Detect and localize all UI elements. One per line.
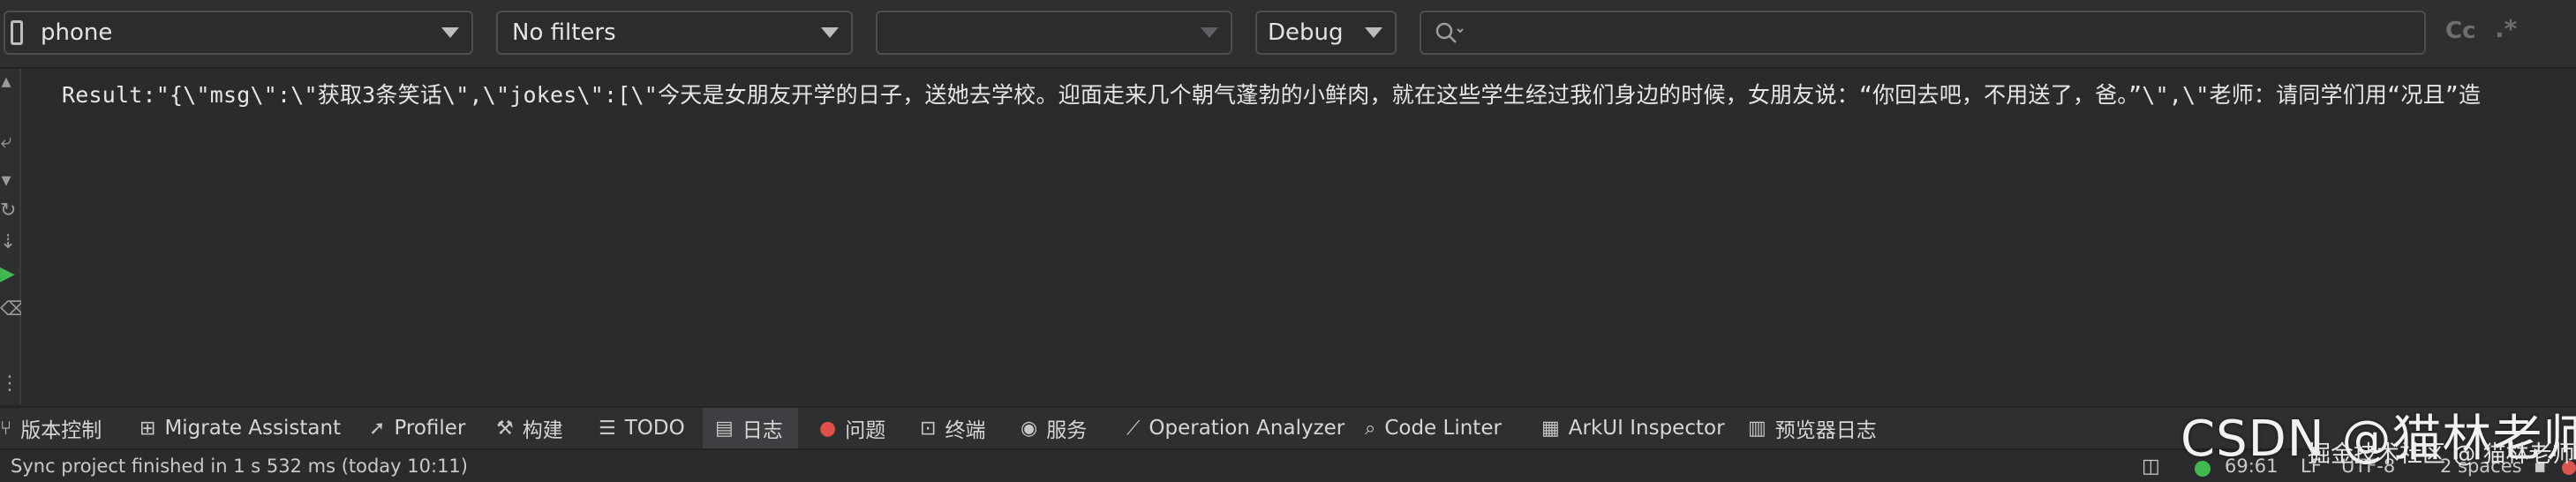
tab-label: 版本控制	[20, 419, 102, 442]
device-select[interactable]: phone	[4, 11, 473, 55]
status-message: Sync project finished in 1 s 532 ms (tod…	[11, 456, 468, 477]
phone-icon	[11, 20, 23, 45]
grid-icon: ▦	[1541, 417, 1560, 440]
tab-label: 终端	[945, 419, 986, 442]
arrow-down-icon[interactable]: ▾	[0, 171, 12, 191]
chevron-down-icon	[1365, 27, 1382, 38]
more-icon[interactable]: ⋮	[0, 374, 19, 394]
tab-problems[interactable]: ● 问题	[819, 408, 911, 448]
hammer-icon: ⚒	[496, 417, 514, 440]
scroll-up-icon[interactable]: ▴	[0, 72, 12, 92]
restart-icon[interactable]: ↻	[0, 201, 16, 221]
watermark-sub: 掘金技术社区 @ 猫林老师	[2308, 441, 2575, 468]
tab-label: ArkUI Inspector	[1568, 417, 1725, 440]
profiler-icon: ➚	[369, 417, 386, 440]
tab-todo[interactable]: ☰ TODO	[599, 408, 696, 448]
chevron-down-icon	[441, 27, 459, 38]
log-side-toolbar: ▴ ⤶ ▾ ↻ ⇣ ▶ ⌫ ⋮	[0, 69, 27, 404]
filter-select-value: No filters	[512, 19, 616, 46]
tab-label: 日志	[742, 419, 783, 442]
match-case-toggle[interactable]: Cc	[2445, 18, 2476, 44]
tab-code-linter[interactable]: ⌕ Code Linter	[1365, 408, 1506, 448]
tab-label: 预览器日志	[1774, 419, 1877, 442]
tab-arkui-inspector[interactable]: ▦ ArkUI Inspector	[1541, 408, 1727, 448]
tab-previewer-log[interactable]: ▥ 预览器日志	[1748, 408, 1933, 448]
soft-wrap-icon[interactable]: ⤶	[0, 132, 12, 152]
tab-services[interactable]: ◉ 服务	[1021, 408, 1118, 448]
chevron-down-icon	[821, 27, 839, 38]
tab-profiler[interactable]: ➚ Profiler	[369, 408, 484, 448]
tab-label: 服务	[1046, 419, 1088, 442]
device-select-value: phone	[41, 19, 113, 46]
scroll-to-end-icon[interactable]: ⇣	[0, 233, 16, 252]
run-icon[interactable]: ▶	[0, 265, 15, 284]
tab-label: Migrate Assistant	[164, 417, 342, 440]
search-icon	[1435, 22, 1464, 43]
log-search-input[interactable]	[1471, 16, 2410, 51]
terminal-icon: ⊡	[920, 417, 937, 440]
error-icon: ●	[819, 417, 837, 440]
process-select[interactable]	[876, 11, 1232, 55]
tab-label: TODO	[624, 417, 685, 440]
tab-operation-analyzer[interactable]: ⟋ Operation Analyzer	[1126, 408, 1344, 448]
filter-select[interactable]: No filters	[496, 11, 853, 55]
tab-label: Code Linter	[1384, 417, 1502, 440]
log-output-panel[interactable]: Result:"{\"msg\":\"获取3条笑话\",\"jokes\":[\…	[21, 69, 2576, 404]
tab-label: 问题	[845, 419, 886, 442]
list-icon: ☰	[599, 417, 616, 440]
log-search-box[interactable]	[1420, 11, 2426, 55]
tab-label: 构建	[522, 419, 563, 442]
log-level-value: Debug	[1268, 19, 1344, 46]
tab-label: Operation Analyzer	[1149, 417, 1345, 440]
clear-log-icon[interactable]: ⌫	[0, 300, 27, 320]
tab-label: Profiler	[394, 417, 466, 440]
play-icon: ◉	[1021, 417, 1038, 440]
regex-toggle[interactable]: .*	[2495, 14, 2517, 43]
tab-version-control[interactable]: ⑂ 版本控制	[0, 408, 132, 448]
log-level-select[interactable]: Debug	[1255, 11, 1397, 55]
log-icon: ▤	[715, 417, 734, 440]
tab-terminal[interactable]: ⊡ 终端	[920, 408, 1017, 448]
tab-build[interactable]: ⚒ 构建	[496, 408, 593, 448]
split-view-icon[interactable]: ◫	[2142, 456, 2160, 478]
tab-migrate-assistant[interactable]: ⊞ Migrate Assistant	[139, 408, 342, 448]
search-icon: ⌕	[1365, 417, 1376, 440]
migrate-icon: ⊞	[139, 417, 156, 440]
tab-log[interactable]: ▤ 日志	[703, 408, 798, 448]
branch-icon: ⑂	[0, 417, 12, 440]
chevron-down-icon	[1201, 27, 1218, 38]
doc-icon: ▥	[1748, 417, 1766, 440]
logcat-filter-toolbar: phone No filters Debug Cc .*	[0, 0, 2576, 69]
log-line: Result:"{\"msg\":\"获取3条笑话\",\"jokes\":[\…	[62, 82, 2482, 108]
chart-icon: ⟋	[1126, 417, 1141, 440]
